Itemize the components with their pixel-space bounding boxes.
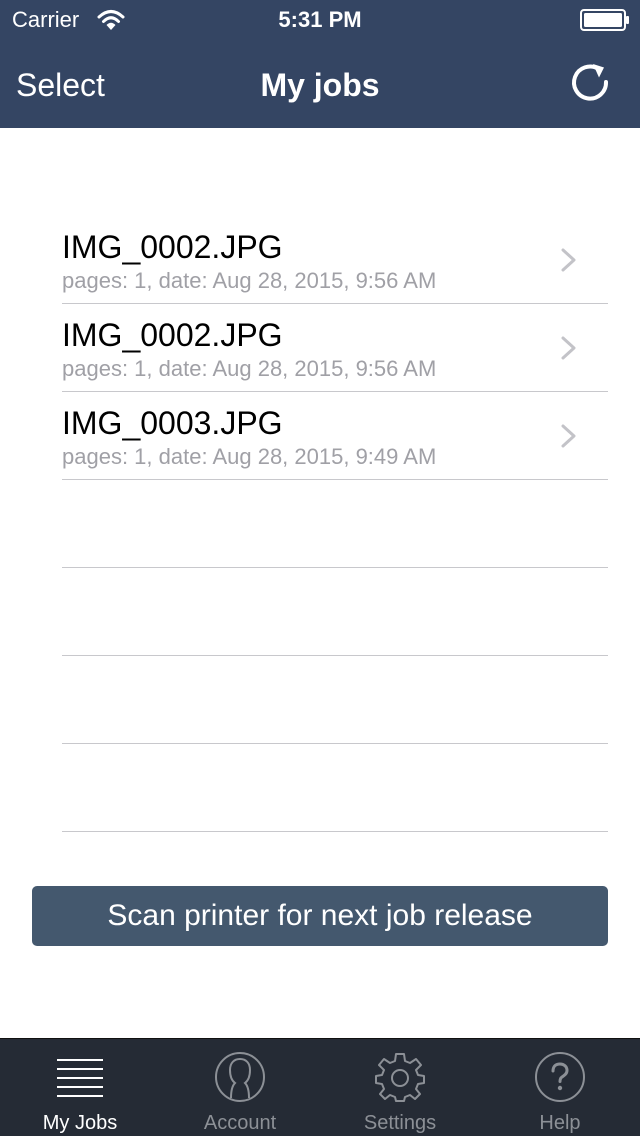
- user-icon: [215, 1052, 265, 1102]
- status-bar: Carrier 5:31 PM: [0, 0, 640, 40]
- nav-bar: Select My jobs: [0, 40, 640, 128]
- tab-my-jobs[interactable]: My Jobs: [0, 1039, 160, 1137]
- tab-settings[interactable]: Settings: [320, 1039, 480, 1137]
- job-meta: pages: 1, date: Aug 28, 2015, 9:56 AM: [62, 268, 437, 293]
- tab-label: My Jobs: [42, 1112, 118, 1134]
- battery-icon: [580, 9, 629, 31]
- job-row[interactable]: IMG_0003.JPG pages: 1, date: Aug 28, 201…: [62, 392, 608, 480]
- empty-row: [62, 480, 608, 568]
- job-name: IMG_0003.JPG: [62, 405, 283, 441]
- tab-account[interactable]: Account: [160, 1039, 320, 1137]
- job-name: IMG_0002.JPG: [62, 229, 283, 265]
- empty-row: [62, 656, 608, 744]
- tab-bar: My Jobs Account Settings Help: [0, 1038, 640, 1136]
- refresh-icon[interactable]: [566, 58, 614, 106]
- scan-printer-button[interactable]: Scan printer for next job release: [32, 886, 608, 946]
- gear-icon: [375, 1053, 425, 1102]
- job-meta: pages: 1, date: Aug 28, 2015, 9:56 AM: [62, 356, 437, 381]
- tab-label: Settings: [363, 1112, 437, 1134]
- status-time: 5:31 PM: [278, 7, 362, 32]
- chevron-right-icon: [561, 248, 576, 272]
- tab-label: Help: [539, 1112, 581, 1134]
- question-icon: [535, 1052, 585, 1102]
- tab-label: Account: [203, 1112, 277, 1134]
- chevron-right-icon: [561, 424, 576, 448]
- empty-row: [62, 744, 608, 832]
- header: Carrier 5:31 PM Select My jobs: [0, 0, 640, 128]
- job-row[interactable]: IMG_0002.JPG pages: 1, date: Aug 28, 201…: [62, 304, 608, 392]
- job-list: IMG_0002.JPG pages: 1, date: Aug 28, 201…: [62, 216, 608, 832]
- job-row[interactable]: IMG_0002.JPG pages: 1, date: Aug 28, 201…: [62, 216, 608, 304]
- select-button[interactable]: Select: [16, 66, 105, 104]
- list-icon: [57, 1059, 103, 1097]
- empty-row: [62, 568, 608, 656]
- job-name: IMG_0002.JPG: [62, 317, 283, 353]
- chevron-right-icon: [561, 336, 576, 360]
- tab-help[interactable]: Help: [480, 1039, 640, 1137]
- job-meta: pages: 1, date: Aug 28, 2015, 9:49 AM: [62, 444, 437, 469]
